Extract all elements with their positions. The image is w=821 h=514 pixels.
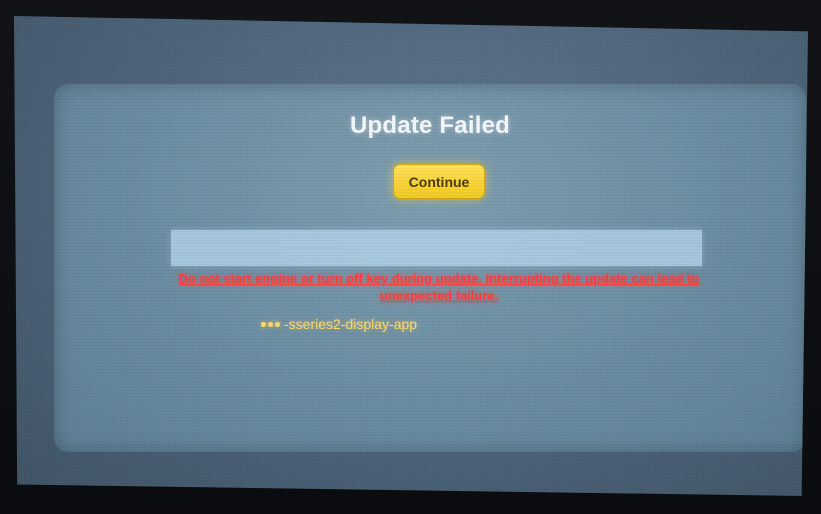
- app-name: -sseries2-display-app: [284, 316, 418, 332]
- app-status-line: -sseries2-display-app: [261, 316, 417, 332]
- display-screen: Update Failed Continue Do not start engi…: [14, 16, 808, 496]
- progress-bar: [171, 230, 702, 266]
- dialog-title: Update Failed: [350, 112, 510, 139]
- continue-button[interactable]: Continue: [393, 164, 485, 199]
- photo-frame: Update Failed Continue Do not start engi…: [0, 0, 821, 514]
- progress-fill: [171, 230, 702, 266]
- update-dialog: Update Failed Continue Do not start engi…: [54, 84, 806, 452]
- warning-message: Do not start engine or turn off key duri…: [178, 271, 700, 303]
- dots-icon: [261, 321, 280, 327]
